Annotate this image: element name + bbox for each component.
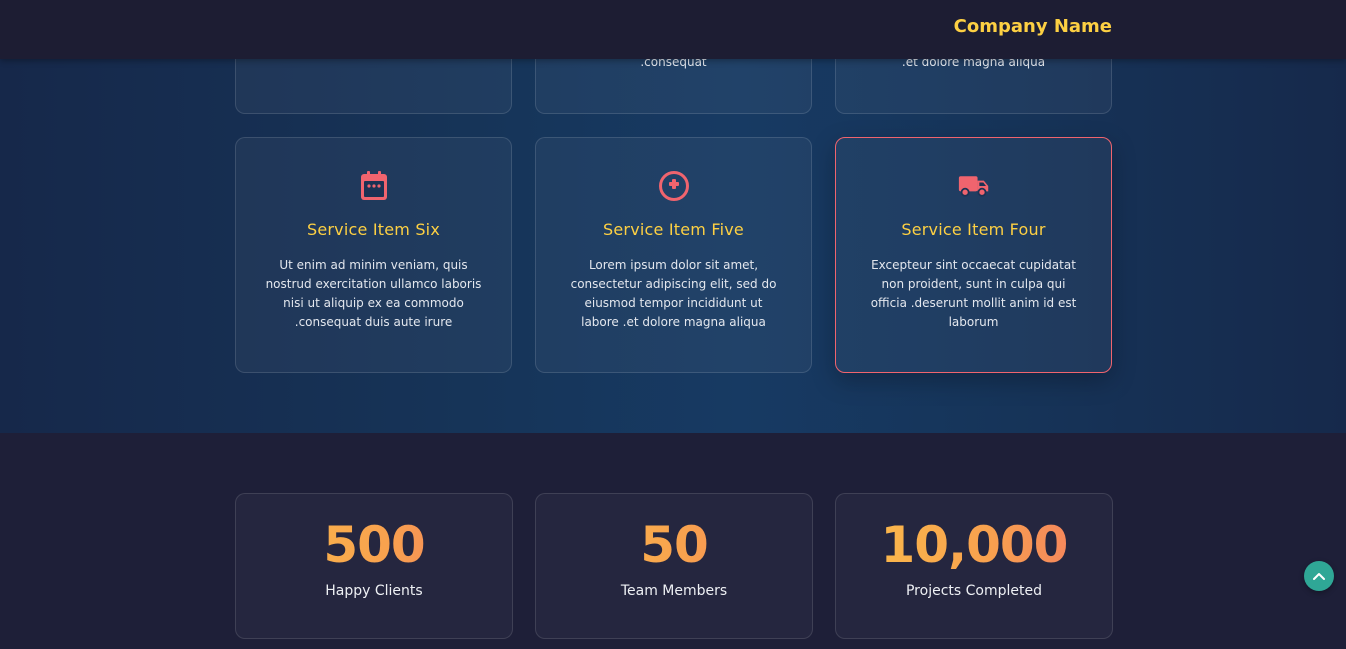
service-title: Service Item Six	[307, 220, 440, 239]
stat-label: Team Members	[620, 583, 728, 599]
stat-card-team-members: 50 Team Members	[535, 493, 813, 639]
service-description: Excepteur sint occaecat cupidatat non pr…	[870, 258, 1077, 329]
service-title: Service Item Five	[603, 220, 744, 239]
stat-value: 500	[236, 516, 512, 574]
stat-value: 10,000	[836, 516, 1112, 574]
service-description: Lorem ipsum dolor sit amet, consectetur …	[570, 258, 777, 329]
chevron-up-icon	[1313, 573, 1325, 580]
stat-card-happy-clients: 500 Happy Clients	[235, 493, 513, 639]
service-title: Service Item Four	[901, 220, 1046, 239]
site-header: Company Name	[0, 0, 1346, 59]
services-section: .consequat .et dolore magna aliqua Servi…	[0, 0, 1346, 433]
scroll-to-top-button[interactable]	[1304, 561, 1334, 591]
service-card-four[interactable]: Service Item Four Excepteur sint occaeca…	[835, 137, 1112, 373]
service-description: Ut enim ad minim veniam, quis nostrud ex…	[265, 258, 482, 329]
plus-circle-icon	[658, 170, 690, 202]
stat-card-projects-completed: 10,000 Projects Completed	[835, 493, 1113, 639]
stat-label: Projects Completed	[905, 583, 1042, 599]
truck-icon	[958, 170, 990, 202]
service-card-five[interactable]: Service Item Five Lorem ipsum dolor sit …	[535, 137, 812, 373]
brand-logo-text[interactable]: Company Name	[954, 16, 1112, 37]
stat-label: Happy Clients	[325, 583, 423, 599]
stat-value: 50	[536, 516, 812, 574]
service-card-six[interactable]: Service Item Six Ut enim ad minim veniam…	[235, 137, 512, 373]
calendar-icon	[358, 170, 390, 202]
